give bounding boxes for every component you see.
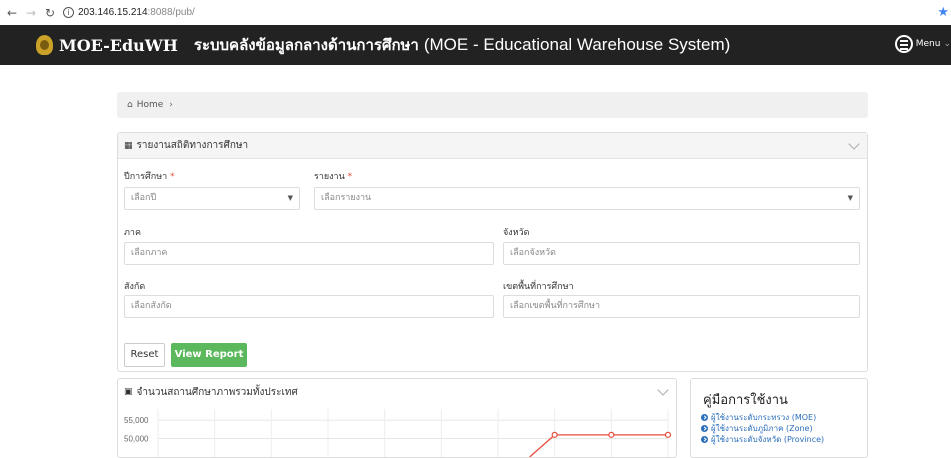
affiliation-select[interactable]: เลือกสังกัด: [124, 295, 494, 318]
report-placeholder: เลือกรายงาน: [321, 193, 372, 203]
required-mark: *: [347, 172, 353, 182]
affiliation-label: สังกัด: [124, 282, 146, 292]
bookmark-star-icon[interactable]: ★: [937, 5, 949, 20]
chart-panel-title: จำนวนสถานศึกษาภาพรวมทั้งประเทศ: [136, 386, 298, 398]
year-select[interactable]: เลือกปี ▼: [124, 187, 300, 210]
manual-title: คู่มือการใช้งาน: [703, 393, 788, 408]
user-manual-panel: คู่มือการใช้งาน ผู้ใช้งานระดับกระทรวง (M…: [690, 378, 868, 458]
school-count-chart: 55,000 50,000: [124, 409, 672, 457]
breadcrumb-home-label: Home: [136, 100, 164, 110]
url-path: :8088/pub/: [147, 7, 195, 18]
region-label: ภาค: [124, 228, 142, 238]
home-icon: ⌂: [127, 100, 133, 110]
chart-icon: ▣: [124, 387, 133, 397]
report-panel-title: รายงานสถิติทางการศึกษา: [136, 140, 249, 151]
site-title-thai: ระบบคลังข้อมูลกลางด้านการศึกษา: [193, 36, 419, 54]
data-point[interactable]: [551, 431, 558, 438]
manual-link-label: ผู้ใช้งานระดับจังหวัด (Province): [711, 435, 825, 444]
url-host: 203.146.15.214: [78, 7, 148, 18]
y-tick-label: 50,000: [124, 435, 149, 444]
chart-panel: ▣ จำนวนสถานศึกษาภาพรวมทั้งประเทศ 55,000 5…: [117, 378, 677, 458]
arrow-circle-icon: [701, 425, 708, 432]
report-select[interactable]: เลือกรายงาน ▼: [314, 187, 860, 210]
data-point[interactable]: [608, 431, 615, 438]
required-mark: *: [170, 172, 175, 182]
arrow-circle-icon: [701, 436, 708, 443]
site-title-english: (MOE - Educational Warehouse System): [423, 35, 731, 54]
province-label: จังหวัด: [503, 228, 530, 238]
info-icon[interactable]: i: [63, 7, 74, 18]
chart-panel-header[interactable]: ▣ จำนวนสถานศึกษาภาพรวมทั้งประเทศ: [118, 379, 676, 405]
collapse-chevron-icon[interactable]: [657, 384, 669, 396]
report-filter-panel: ▦ รายงานสถิติทางการศึกษา ปีการศึกษา * เล…: [117, 132, 868, 372]
arrow-circle-icon: [701, 414, 708, 421]
breadcrumb-home[interactable]: ⌂ Home: [127, 100, 163, 110]
reload-icon[interactable]: ↻: [43, 6, 57, 20]
manual-link-province[interactable]: ผู้ใช้งานระดับจังหวัด (Province): [701, 433, 824, 446]
area-select[interactable]: เลือกเขตพื้นที่การศึกษา: [503, 295, 860, 318]
collapse-chevron-icon[interactable]: [848, 138, 860, 150]
breadcrumb-separator: ›: [169, 100, 173, 110]
dropdown-caret-icon: ▼: [287, 194, 293, 202]
year-placeholder: เลือกปี: [131, 193, 157, 203]
menu-label: Menu: [915, 39, 941, 49]
year-label-text: ปีการศึกษา: [124, 172, 168, 182]
forward-arrow-icon[interactable]: →: [24, 6, 38, 20]
area-label: เขตพื้นที่การศึกษา: [503, 282, 574, 292]
browser-toolbar: ← → ↻ i 203.146.15.214 :8088/pub/ ★: [0, 0, 951, 25]
province-select[interactable]: เลือกจังหวัด: [503, 242, 860, 265]
brand-name[interactable]: MOE-EduWH: [59, 36, 178, 55]
address-bar[interactable]: i 203.146.15.214 :8088/pub/: [63, 7, 195, 18]
hamburger-icon: [894, 35, 913, 53]
year-label: ปีการศึกษา *: [124, 169, 175, 183]
menu-button[interactable]: Menu ⌄: [894, 35, 951, 53]
table-icon: ▦: [124, 140, 133, 151]
ministry-logo-icon: [36, 35, 53, 55]
report-panel-header[interactable]: ▦ รายงานสถิติทางการศึกษา: [118, 133, 867, 159]
chevron-down-icon: ⌄: [943, 39, 951, 49]
top-navbar: MOE-EduWH ระบบคลังข้อมูลกลางด้านการศึกษา…: [0, 25, 951, 65]
y-tick-label: 55,000: [124, 416, 149, 425]
breadcrumb: ⌂ Home ›: [117, 92, 868, 118]
view-report-button[interactable]: View Report: [171, 343, 247, 367]
report-label: รายงาน *: [314, 169, 352, 183]
back-arrow-icon[interactable]: ←: [5, 6, 19, 20]
data-point[interactable]: [664, 431, 672, 438]
reset-button[interactable]: Reset: [124, 343, 165, 367]
report-label-text: รายงาน: [314, 172, 345, 182]
dropdown-caret-icon: ▼: [847, 194, 853, 202]
region-select[interactable]: เลือกภาค: [124, 242, 494, 265]
